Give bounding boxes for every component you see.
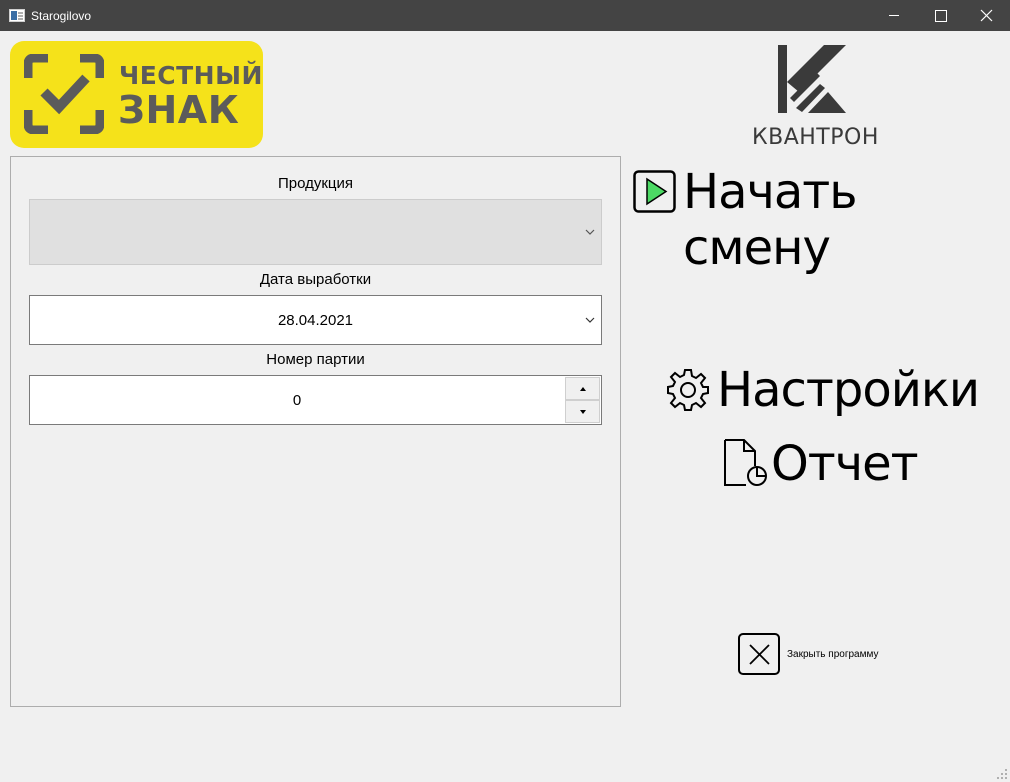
chestny-znak-logo: ЧЕСТНЫЙ ЗНАК	[10, 41, 263, 148]
app-icon	[9, 9, 25, 22]
start-shift-label: Начать смену	[683, 164, 858, 276]
play-icon	[633, 170, 676, 213]
maximize-button[interactable]	[917, 0, 963, 31]
close-program-label: Закрыть программу	[787, 649, 879, 660]
chestny-znak-mark-icon	[24, 54, 104, 134]
chevron-down-icon	[585, 229, 595, 235]
production-date-label: Дата выработки	[259, 271, 372, 288]
production-date-value: 28.04.2021	[277, 312, 354, 329]
window-close-button[interactable]	[963, 0, 1009, 31]
window-title: Starogilovo	[31, 9, 92, 23]
settings-button[interactable]: Настройки	[664, 362, 980, 418]
chevron-down-icon[interactable]	[585, 316, 595, 324]
spin-down-button[interactable]	[565, 400, 600, 423]
close-program-button[interactable]: Закрыть программу	[738, 633, 898, 675]
chestny-znak-line1: ЧЕСТНЫЙ	[119, 61, 263, 90]
product-combobox	[29, 199, 602, 265]
settings-label: Настройки	[717, 362, 980, 418]
report-button[interactable]: Отчет	[722, 436, 919, 492]
batch-number-label: Номер партии	[266, 351, 365, 368]
report-document-icon	[724, 439, 767, 486]
production-date-picker[interactable]: 28.04.2021	[29, 295, 602, 345]
product-label: Продукция	[277, 175, 354, 192]
minimize-button[interactable]	[871, 0, 917, 31]
close-icon	[980, 9, 993, 22]
kvantron-logo-text: КВАНТРОН	[752, 125, 879, 150]
window-titlebar[interactable]: Starogilovo	[0, 0, 1010, 31]
report-label: Отчет	[771, 436, 919, 492]
batch-number-spinbox[interactable]: 0	[29, 375, 602, 425]
gear-icon	[667, 369, 709, 411]
start-shift-button[interactable]: Начать смену	[632, 164, 1000, 276]
chestny-znak-line2: ЗНАК	[118, 88, 240, 132]
close-x-icon	[749, 644, 770, 665]
resize-grip[interactable]	[997, 769, 1007, 779]
close-program-icon-box[interactable]	[738, 633, 780, 675]
batch-number-value: 0	[292, 392, 302, 409]
spin-up-button[interactable]	[565, 377, 600, 400]
